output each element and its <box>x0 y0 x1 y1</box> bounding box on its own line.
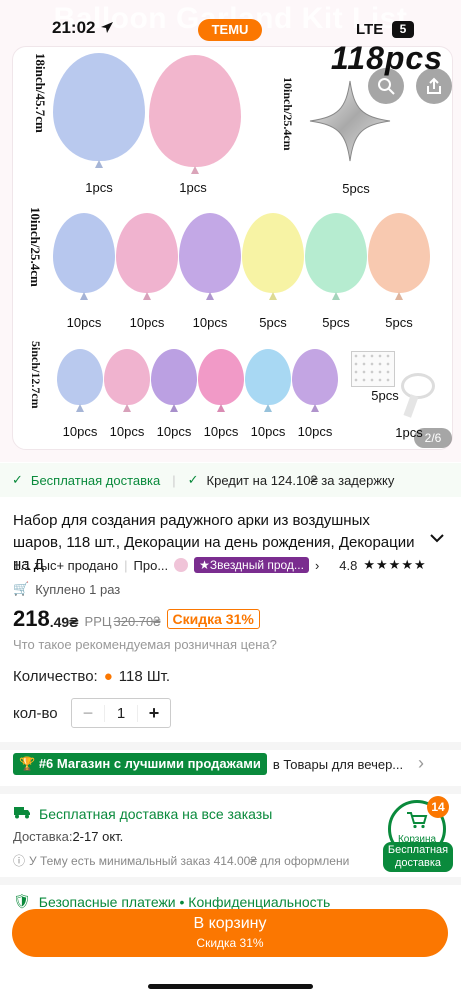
battery-icon: 5 <box>392 21 414 38</box>
section-divider <box>0 742 461 750</box>
balloon <box>116 213 178 293</box>
star-seller-badge[interactable]: ★Звездный прод... <box>194 557 309 573</box>
price-fraction: .49₴ <box>49 613 79 630</box>
qty-label: 10pcs <box>297 424 333 439</box>
shop-rank-badge[interactable]: 🏆 #6 Магазин с лучшими продажами <box>13 753 267 775</box>
add-to-cart-button[interactable]: В корзину Скидка 31% <box>12 909 448 957</box>
cart-free-shipping-badge: Бесплатная доставка <box>383 842 453 872</box>
qty-label: 10pcs <box>66 315 102 330</box>
share-icon <box>427 77 441 94</box>
kit-card: 18inch/45.7cm 1pcs 1pcs 10inch/25.4cm 5p… <box>12 46 453 450</box>
qty-label: 10pcs <box>129 315 165 330</box>
cart-count-badge: 14 <box>427 796 449 818</box>
delivery-title: Бесплатная доставка на все заказы <box>39 805 273 822</box>
star-icon: ★ <box>199 558 210 572</box>
qty-label: кол-во <box>13 705 58 722</box>
chevron-right-icon[interactable]: › <box>315 558 319 573</box>
avatar <box>174 558 189 572</box>
balloon <box>53 53 145 161</box>
minus-button[interactable]: − <box>72 703 104 724</box>
size-label-10: 10inch/25.4cm <box>28 207 43 287</box>
credit-text: Кредит на 124.10₴ за задержку <box>206 472 395 488</box>
size-label-star: 10inch/25.4cm <box>281 77 295 151</box>
trophy-icon: 🏆 <box>19 756 36 771</box>
chevron-right-icon[interactable]: › <box>418 753 424 774</box>
image-pager: 2/6 <box>414 428 452 448</box>
balloon <box>151 349 197 405</box>
rrp-label: РРЦ <box>84 614 112 629</box>
quantity-input[interactable]: 1 <box>104 704 138 722</box>
balloon <box>305 213 367 293</box>
qty-label: 5pcs <box>322 315 350 330</box>
balloon <box>149 55 241 167</box>
divider: | <box>124 557 128 573</box>
check-icon: ✓ <box>12 472 23 487</box>
plus-button[interactable]: + <box>138 703 170 724</box>
add-to-cart-label: В корзину <box>193 915 267 932</box>
cart-icon: 🛒 <box>13 581 30 596</box>
qty-label: 5pcs <box>342 181 370 196</box>
qty-label: 1pcs <box>179 180 207 195</box>
delivery-time-value: 2-17 окт. <box>72 829 124 844</box>
fire-icon: ● <box>103 668 113 685</box>
balloon <box>368 213 430 293</box>
glue-dots-icon <box>351 351 395 387</box>
security-text[interactable]: Безопасные платежи • Конфиденциальность <box>39 894 331 910</box>
balloon <box>198 349 244 405</box>
delivery-time-label: Доставка: <box>13 829 73 844</box>
chevron-down-icon[interactable] <box>430 530 444 546</box>
rating-value: 4.8 <box>339 557 358 573</box>
divider: | <box>172 472 176 488</box>
bought-count: Куплено 1 раз <box>35 581 121 597</box>
shipping-bar[interactable]: ✓ Бесплатная доставка | ✓ Кредит на 124.… <box>0 463 461 497</box>
app-badge: TEMU <box>198 19 262 41</box>
quantity-label: Количество: <box>13 668 98 685</box>
min-order-note: У Тему есть минимальный заказ 414.00₴ дл… <box>29 853 350 868</box>
balloon <box>242 213 304 293</box>
check-icon: ✓ <box>187 472 199 487</box>
quantity-value: 118 Шт. <box>118 668 171 685</box>
rating-stars: ★★★★★ <box>363 557 427 572</box>
size-label-5: 5inch/12.7cm <box>29 341 43 409</box>
qty-label: 1pcs <box>85 180 113 195</box>
sold-count: 1.1 тыс+ продано <box>13 557 119 573</box>
seller-name[interactable]: Про... <box>134 558 169 573</box>
info-icon[interactable]: ⓘ <box>13 852 25 869</box>
shield-icon: 🛡 <box>13 893 31 909</box>
truck-icon <box>13 805 31 822</box>
qty-label: 5pcs <box>385 315 413 330</box>
search-icon <box>378 78 395 95</box>
qty-label: 5pcs <box>259 315 287 330</box>
network-label: LTE <box>356 21 384 38</box>
qty-label: 10pcs <box>192 315 228 330</box>
shop-category[interactable]: в Товары для вечер... <box>273 757 403 772</box>
status-time: 21:02 <box>52 18 96 37</box>
balloon <box>104 349 150 405</box>
balloon <box>179 213 241 293</box>
free-shipping-text: Бесплатная доставка <box>30 472 161 488</box>
balloon <box>245 349 291 405</box>
discount-badge: Скидка 31% <box>166 609 260 629</box>
location-icon <box>100 20 114 40</box>
section-divider <box>0 877 461 885</box>
price-main: 218 <box>13 606 50 631</box>
balloon <box>292 349 338 405</box>
product-image[interactable]: Balloon Garland Kit List 21:02 TEMU LTE … <box>0 0 461 462</box>
balloon <box>53 213 115 293</box>
rrp-value: 320.70₴ <box>113 614 161 629</box>
quantity-stepper[interactable]: − 1 + <box>71 698 171 728</box>
add-to-cart-discount: Скидка 31% <box>196 936 264 950</box>
balloon <box>57 349 103 405</box>
size-label-18: 18inch/45.7cm <box>33 53 48 133</box>
tape-roll-icon <box>401 373 435 399</box>
home-indicator[interactable] <box>148 984 313 989</box>
rrp-question[interactable]: Что такое рекомендуемая розничная цена? <box>13 637 277 652</box>
search-button[interactable] <box>368 68 404 104</box>
share-button[interactable] <box>416 68 452 104</box>
section-divider <box>0 786 461 794</box>
